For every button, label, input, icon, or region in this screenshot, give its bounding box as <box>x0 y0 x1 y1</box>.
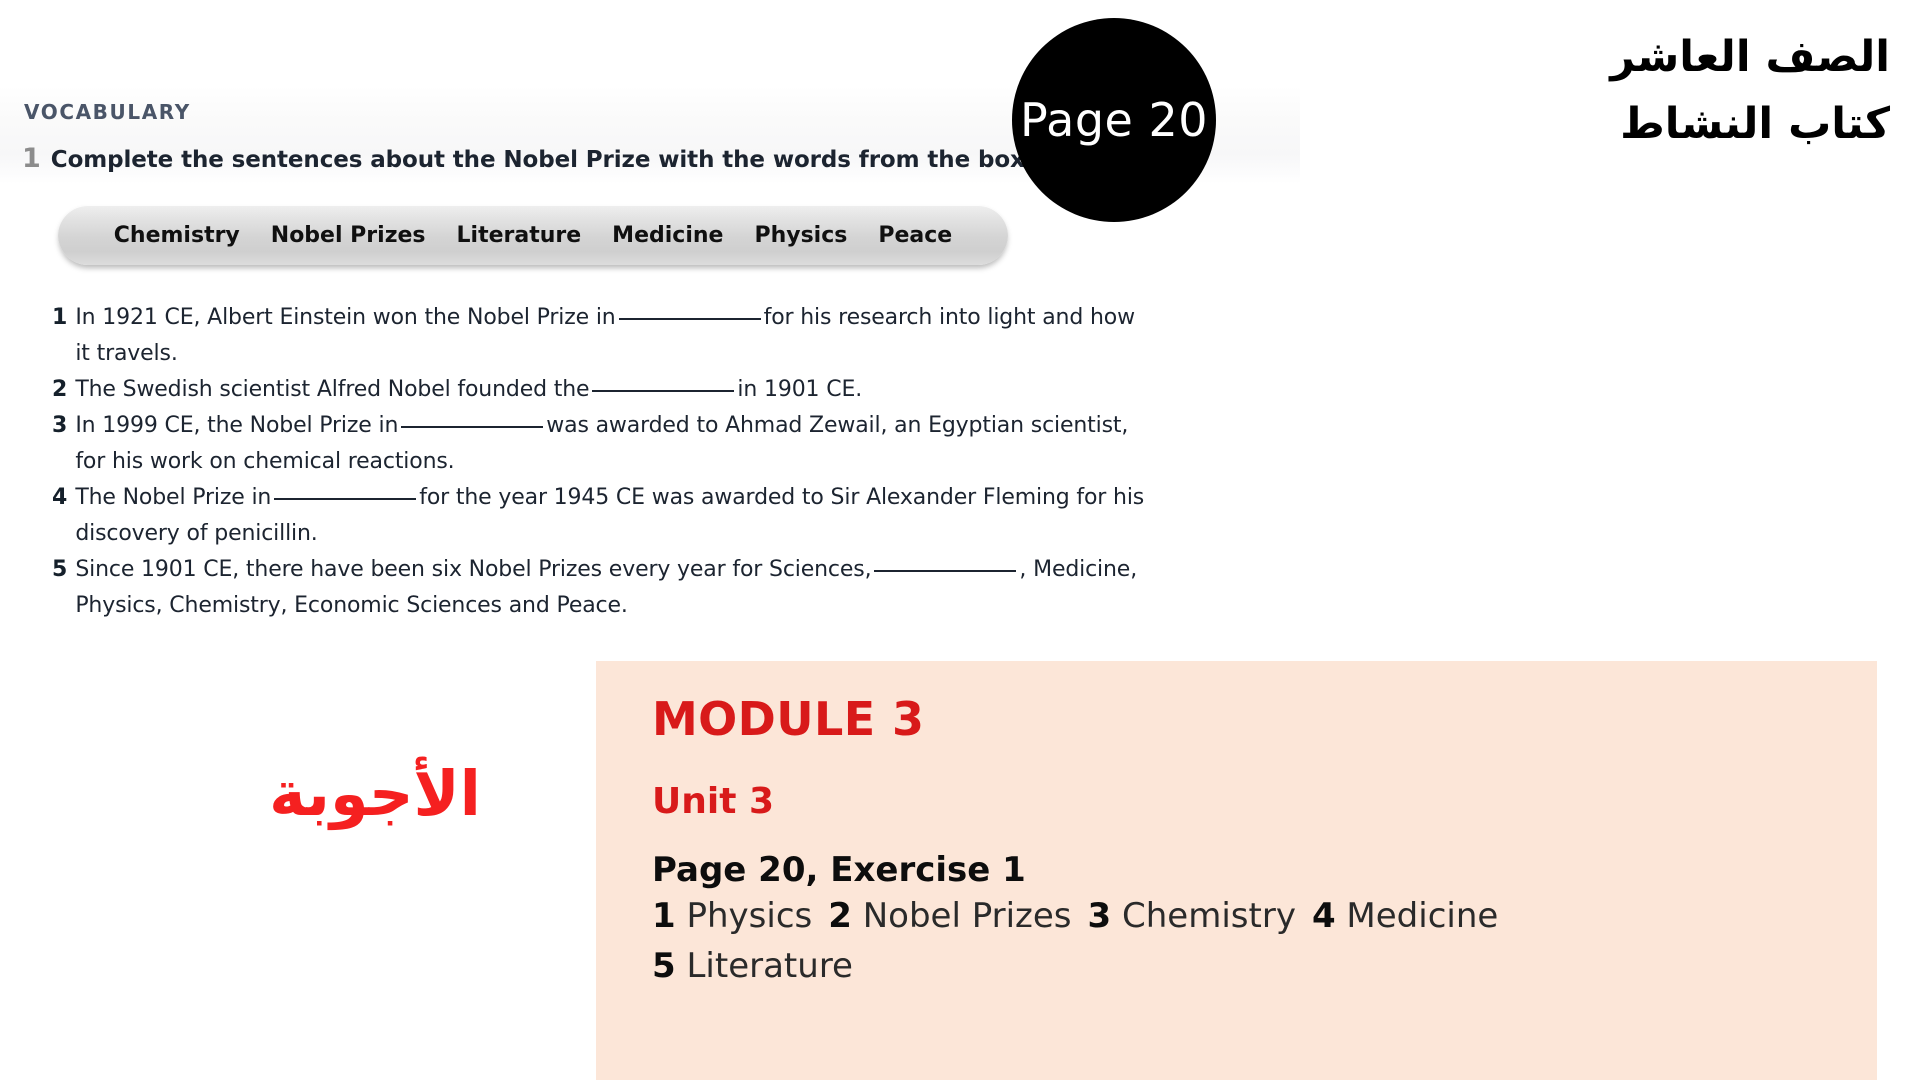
answer-number: 1 <box>652 896 676 937</box>
word-bank-item[interactable]: Medicine <box>612 223 723 248</box>
sentence-item: 3 In 1999 CE, the Nobel Prize in was awar… <box>52 408 1152 480</box>
exercise-instruction-text: Complete the sentences about the Nobel P… <box>50 147 1034 173</box>
arabic-answers-label: الأجوبة <box>269 757 481 830</box>
vocabulary-section-label: VOCABULARY <box>24 100 191 124</box>
answer-word: Nobel Prizes <box>862 896 1072 937</box>
sentence-text-before: The Swedish scientist Alfred Nobel found… <box>75 377 590 402</box>
sentence-body: The Swedish scientist Alfred Nobel found… <box>75 372 862 408</box>
answer-number: 2 <box>828 896 852 937</box>
unit-title: Unit 3 <box>652 781 774 823</box>
page-number-badge-label: Page 20 <box>1019 93 1209 147</box>
sentence-number: 5 <box>52 557 68 582</box>
sentence-body: The Nobel Prize in for the year 1945 CE w… <box>75 480 1152 552</box>
word-bank-item[interactable]: Chemistry <box>114 223 240 248</box>
answer-word: Physics <box>686 896 813 937</box>
word-bank-item[interactable]: Nobel Prizes <box>271 223 426 248</box>
word-bank-item[interactable]: Physics <box>754 223 847 248</box>
page-number-badge: Page 20 <box>1012 18 1216 222</box>
word-bank-item[interactable]: Peace <box>878 223 952 248</box>
word-bank-item[interactable]: Literature <box>457 223 582 248</box>
answer-blank[interactable] <box>592 390 735 392</box>
sentence-item: 2 The Swedish scientist Alfred Nobel fou… <box>52 372 1152 408</box>
worksheet-region: VOCABULARY 1 Complete the sentences abou… <box>0 0 1180 660</box>
answer-blank[interactable] <box>874 570 1017 572</box>
sentence-text-before: In 1921 CE, Albert Einstein won the Nobe… <box>75 305 616 330</box>
sentence-number: 2 <box>52 377 68 402</box>
sentence-item: 4 The Nobel Prize in for the year 1945 CE… <box>52 480 1152 552</box>
exercise-instruction: 1 Complete the sentences about the Nobel… <box>22 143 1034 174</box>
sentence-number: 4 <box>52 485 68 510</box>
sentence-number: 3 <box>52 413 68 438</box>
word-bank-box: Chemistry Nobel Prizes Literature Medici… <box>58 205 1008 265</box>
answer-blank[interactable] <box>401 426 544 428</box>
arabic-header: الصف العاشر كتاب النشاط <box>1490 24 1890 157</box>
sentence-text-before: Since 1901 CE, there have been six Nobel… <box>75 557 872 582</box>
answer-panel: MODULE 3 Unit 3 Page 20, Exercise 1 1 Ph… <box>596 661 1877 1080</box>
sentence-body: Since 1901 CE, there have been six Nobel… <box>75 552 1152 624</box>
answer-blank[interactable] <box>618 318 761 320</box>
module-title: MODULE 3 <box>652 692 925 746</box>
answers-line-2: 5 Literature <box>652 942 1877 990</box>
sentence-list: 1 In 1921 CE, Albert Einstein won the No… <box>52 300 1152 624</box>
sentence-text-after: in 1901 CE. <box>737 377 863 402</box>
sentence-number: 1 <box>52 305 68 330</box>
exercise-number: 1 <box>22 143 41 174</box>
sentence-text-before: The Nobel Prize in <box>75 485 272 510</box>
exercise-heading: Page 20, Exercise 1 <box>652 850 1026 891</box>
arabic-book-label: كتاب النشاط <box>1620 98 1890 149</box>
sentence-body: In 1999 CE, the Nobel Prize in was awarde… <box>75 408 1152 480</box>
answer-number: 4 <box>1311 896 1336 937</box>
answer-blank[interactable] <box>274 498 417 500</box>
answer-word: Chemistry <box>1122 896 1296 937</box>
answers-line-1: 1 Physics 2 Nobel Prizes 3 Chemistry 4 Medi… <box>652 892 1877 940</box>
answer-number: 5 <box>652 946 676 987</box>
answer-word: Literature <box>686 946 853 987</box>
sentence-item: 1 In 1921 CE, Albert Einstein won the No… <box>52 300 1152 372</box>
sentence-item: 5 Since 1901 CE, there have been six Nob… <box>52 552 1152 624</box>
sentence-body: In 1921 CE, Albert Einstein won the Nobe… <box>75 300 1152 372</box>
sentence-text-before: In 1999 CE, the Nobel Prize in <box>75 413 399 438</box>
arabic-grade-label: الصف العاشر <box>1610 32 1890 82</box>
answer-number: 3 <box>1087 896 1112 937</box>
answer-word: Medicine <box>1346 896 1499 937</box>
